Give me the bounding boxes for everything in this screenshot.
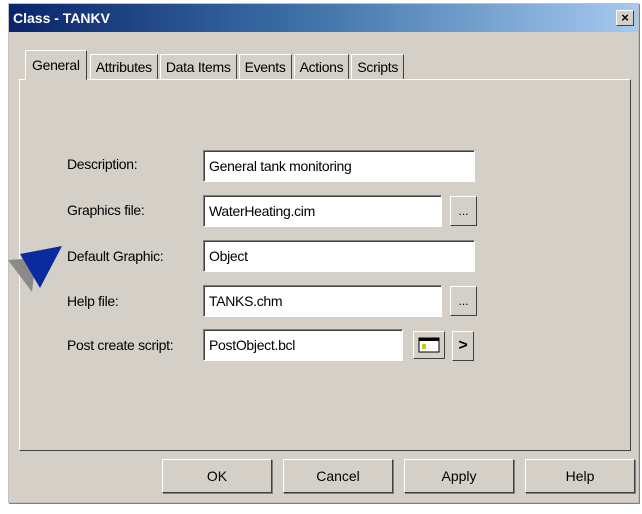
close-icon: × [621,10,629,25]
tab-events[interactable]: Events [238,54,292,80]
post-create-script-label: Post create script: [67,337,174,353]
class-dialog: Class - TANKV × General Attributes Data … [8,3,639,503]
run-script-button[interactable]: > [452,331,474,361]
script-editor-icon [418,337,440,353]
pointer-arrow-icon [8,246,62,292]
description-label: Description: [67,156,138,172]
window-title: Class - TANKV [13,10,110,26]
tab-data-items[interactable]: Data Items [159,54,237,80]
apply-button[interactable]: Apply [404,459,514,493]
graphics-file-field[interactable]: WaterHeating.cim [203,195,442,227]
graphics-file-label: Graphics file: [67,202,145,218]
help-file-field[interactable]: TANKS.chm [203,285,442,317]
description-field[interactable]: General tank monitoring [203,150,475,182]
graphics-file-browse-button[interactable]: ... [450,196,477,226]
chevron-right-icon: > [458,337,468,354]
default-graphic-field[interactable]: Object [203,240,475,272]
post-create-script-field[interactable]: PostObject.bcl [203,329,403,361]
help-file-label: Help file: [67,293,119,309]
tab-attributes[interactable]: Attributes [89,54,158,80]
tab-general[interactable]: General [25,50,87,80]
title-bar: Class - TANKV × [9,4,638,32]
help-button[interactable]: Help [525,459,635,493]
default-graphic-label: Default Graphic: [67,248,164,264]
ok-button[interactable]: OK [162,459,272,493]
help-file-browse-button[interactable]: ... [450,286,477,316]
tab-strip: General Attributes Data Items Events Act… [25,50,406,80]
tab-scripts[interactable]: Scripts [351,54,405,80]
tab-actions[interactable]: Actions [293,54,350,80]
close-button[interactable]: × [616,10,634,26]
cancel-button[interactable]: Cancel [283,459,393,493]
script-editor-button[interactable] [413,331,445,359]
